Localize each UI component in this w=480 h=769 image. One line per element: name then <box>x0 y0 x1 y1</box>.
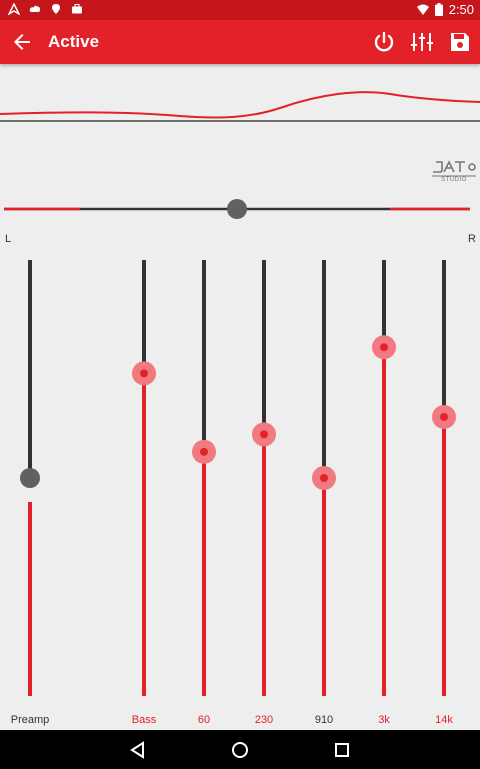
band-slider-preamp[interactable] <box>20 260 40 696</box>
power-icon[interactable] <box>372 30 396 54</box>
status-bar: 2:50 <box>0 0 480 20</box>
balance-slider[interactable] <box>0 196 480 222</box>
arrow-back-icon[interactable] <box>10 30 34 54</box>
balance-thumb[interactable] <box>227 199 247 219</box>
battery-icon <box>434 3 443 16</box>
band-label-3k: 3k <box>378 714 390 726</box>
band-label-preamp: Preamp <box>10 714 50 726</box>
cloud-icon <box>29 5 41 12</box>
band-label-230: 230 <box>254 714 274 726</box>
navigation-bar <box>0 730 480 769</box>
band-thumb-dot <box>380 343 388 352</box>
band-slider-230[interactable] <box>252 260 276 696</box>
band-slider-3k[interactable] <box>372 260 396 696</box>
band-label-910: 910 <box>314 714 334 726</box>
band-slider-60[interactable] <box>192 260 216 696</box>
band-slider-bass[interactable] <box>132 260 156 696</box>
band-thumb-dot <box>140 369 148 378</box>
back-triangle-icon[interactable] <box>127 739 149 761</box>
briefcase-icon <box>72 4 82 14</box>
status-time: 2:50 <box>448 2 474 17</box>
band-label-60: 60 <box>197 714 211 726</box>
app-bar: Active <box>0 20 480 64</box>
wifi-icon <box>416 4 429 15</box>
band-thumb[interactable] <box>20 468 40 488</box>
band-thumb-dot <box>320 474 328 482</box>
location-pin-icon <box>52 4 60 14</box>
svg-text:STUDIO: STUDIO <box>441 177 467 182</box>
page-title: Active <box>48 32 100 51</box>
band-label-bass: Bass <box>131 714 157 726</box>
recents-square-icon[interactable] <box>331 739 353 761</box>
band-label-14k: 14k <box>435 714 453 726</box>
balance-left-label: L <box>5 233 12 245</box>
balance-right-label: R <box>468 233 476 245</box>
band-thumb-dot <box>440 412 448 421</box>
band-thumb-dot <box>260 430 268 439</box>
navigation-icon <box>8 3 20 15</box>
band-slider-14k[interactable] <box>432 260 456 696</box>
equalizer-bands <box>20 260 456 696</box>
home-circle-icon[interactable] <box>229 739 251 761</box>
frequency-response-curve <box>0 91 480 122</box>
band-thumb-dot <box>200 447 208 456</box>
band-slider-910[interactable] <box>312 260 336 696</box>
jat-studio-logo: STUDIO <box>432 160 476 182</box>
save-icon[interactable] <box>448 30 472 54</box>
equalizer-settings-icon[interactable] <box>410 30 434 54</box>
